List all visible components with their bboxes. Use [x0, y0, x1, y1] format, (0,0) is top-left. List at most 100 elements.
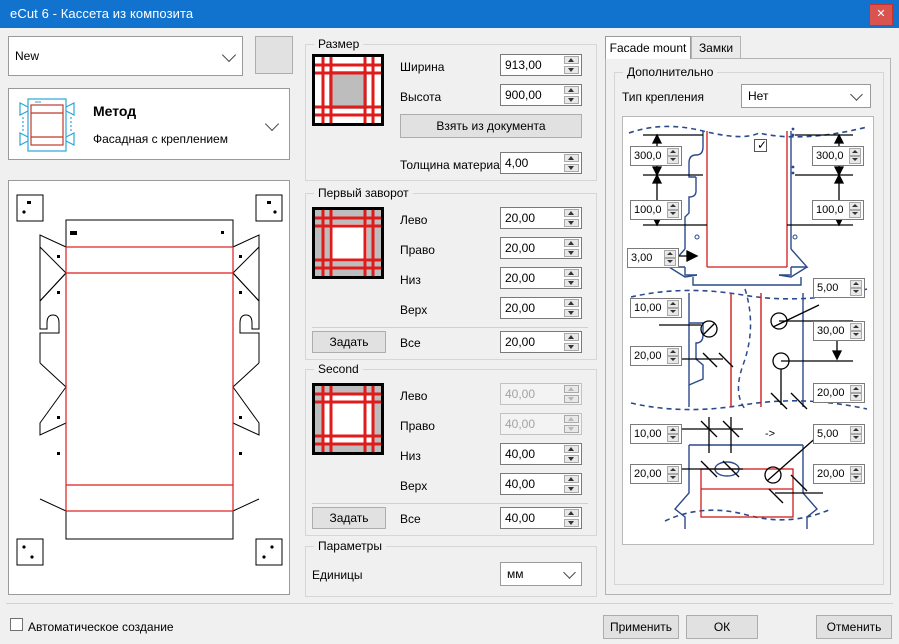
- diagram-mid-left-2-input[interactable]: 20,00: [630, 346, 682, 366]
- ok-button[interactable]: ОК: [686, 615, 758, 639]
- first-fold-left-input[interactable]: 20,00: [500, 207, 582, 229]
- second-fold-right-input: 40,00: [500, 413, 582, 435]
- first-fold-all-up[interactable]: [564, 333, 579, 341]
- diagram-low-right-2-input[interactable]: 20,00: [813, 464, 865, 484]
- diagram-low-right-2-up[interactable]: [850, 466, 862, 474]
- diagram-mid-right-2-input[interactable]: 30,00: [813, 321, 865, 341]
- first-fold-top-input[interactable]: 20,00: [500, 297, 582, 319]
- second-fold-all-up[interactable]: [564, 509, 579, 517]
- diagram-mid-right-3-down[interactable]: [850, 393, 862, 401]
- diagram-low-left-1-down[interactable]: [667, 434, 679, 442]
- diagram-mid-left-2-up[interactable]: [667, 348, 679, 356]
- diagram-low-right-1-value: 5,00: [817, 428, 838, 440]
- second-fold-all-input[interactable]: 40,00: [500, 507, 582, 529]
- diagram-mid-right-1-down[interactable]: [850, 288, 862, 296]
- thickness-input[interactable]: 4,00: [500, 152, 582, 174]
- diagram-top-left-2-down[interactable]: [667, 210, 679, 218]
- height-spinner-down[interactable]: [564, 96, 579, 104]
- diagram-mid-left-1-down[interactable]: [667, 308, 679, 316]
- diagram-top-right-1-down[interactable]: [849, 156, 861, 164]
- diagram-mid-right-2-down[interactable]: [850, 331, 862, 339]
- diagram-top-right-2-input[interactable]: 100,0: [812, 200, 864, 220]
- units-combo[interactable]: мм: [500, 562, 582, 586]
- diagram-checkbox[interactable]: ✓: [754, 139, 767, 152]
- first-fold-right-input[interactable]: 20,00: [500, 237, 582, 259]
- tab-facade-mount[interactable]: Facade mount: [605, 36, 691, 59]
- first-fold-all-down[interactable]: [564, 343, 579, 351]
- diagram-thickness-up[interactable]: [664, 250, 676, 258]
- first-fold-bottom-up[interactable]: [564, 269, 579, 277]
- height-label: Высота: [400, 90, 441, 104]
- size-group-title: Размер: [314, 37, 363, 51]
- tab-zamki[interactable]: Замки: [691, 36, 741, 58]
- thickness-spinner-up[interactable]: [564, 154, 579, 162]
- diagram-top-right-2-down[interactable]: [849, 210, 861, 218]
- diagram-mid-right-3-up[interactable]: [850, 385, 862, 393]
- first-fold-set-button[interactable]: Задать: [312, 331, 386, 353]
- close-button[interactable]: ✕: [869, 4, 893, 26]
- diagram-low-left-1-up[interactable]: [667, 426, 679, 434]
- first-fold-bottom-input[interactable]: 20,00: [500, 267, 582, 289]
- cancel-button[interactable]: Отменить: [816, 615, 892, 639]
- diagram-mid-left-1-input[interactable]: 10,00: [630, 298, 682, 318]
- first-fold-top-down[interactable]: [564, 309, 579, 317]
- diagram-low-left-2-up[interactable]: [667, 466, 679, 474]
- mount-type-combo[interactable]: Нет: [741, 84, 871, 108]
- second-fold-top-input[interactable]: 40,00: [500, 473, 582, 495]
- thickness-spinner-down[interactable]: [564, 164, 579, 172]
- diagram-mid-right-1-input[interactable]: 5,00: [813, 278, 865, 298]
- diagram-top-right-1-up[interactable]: [849, 148, 861, 156]
- second-fold-all-down[interactable]: [564, 519, 579, 527]
- diagram-mid-right-3-value: 20,00: [817, 387, 845, 399]
- width-spinner-down[interactable]: [564, 66, 579, 74]
- diagram-thickness-down[interactable]: [664, 258, 676, 266]
- diagram-mid-left-2-down[interactable]: [667, 356, 679, 364]
- height-spinner-up[interactable]: [564, 86, 579, 94]
- diagram-mid-right-1-up[interactable]: [850, 280, 862, 288]
- first-fold-right-down[interactable]: [564, 249, 579, 257]
- apply-button[interactable]: Применить: [603, 615, 679, 639]
- diagram-mid-left-1-up[interactable]: [667, 300, 679, 308]
- first-fold-bottom-down[interactable]: [564, 279, 579, 287]
- layout-preview[interactable]: [8, 180, 290, 595]
- diagram-top-left-1-down[interactable]: [667, 156, 679, 164]
- height-input[interactable]: 900,00: [500, 84, 582, 106]
- diagram-thickness-input[interactable]: 3,00: [627, 248, 679, 268]
- method-selector[interactable]: Метод Фасадная с креплением: [8, 88, 290, 160]
- diagram-top-left-1-up[interactable]: [667, 148, 679, 156]
- take-from-document-button[interactable]: Взять из документа: [400, 114, 582, 138]
- width-input[interactable]: 913,00: [500, 54, 582, 76]
- first-fold-left-up[interactable]: [564, 209, 579, 217]
- auto-create-checkbox[interactable]: [10, 618, 23, 631]
- diagram-low-right-1-input[interactable]: 5,00: [813, 424, 865, 444]
- second-fold-bottom-down[interactable]: [564, 455, 579, 463]
- diagram-low-right-1-up[interactable]: [850, 426, 862, 434]
- diagram-top-right-2-up[interactable]: [849, 202, 861, 210]
- width-spinner-up[interactable]: [564, 56, 579, 64]
- diagram-mid-left-1-value: 10,00: [634, 302, 662, 314]
- second-fold-bottom-up[interactable]: [564, 445, 579, 453]
- diagram-top-left-2-input[interactable]: 100,0: [630, 200, 682, 220]
- second-fold-set-button[interactable]: Задать: [312, 507, 386, 529]
- second-fold-top-up[interactable]: [564, 475, 579, 483]
- first-fold-top-up[interactable]: [564, 299, 579, 307]
- preset-color-swatch[interactable]: [255, 36, 293, 74]
- first-fold-left-down[interactable]: [564, 219, 579, 227]
- diagram-mid-right-2-up[interactable]: [850, 323, 862, 331]
- first-fold-all-input[interactable]: 20,00: [500, 331, 582, 353]
- diagram-top-left-2-up[interactable]: [667, 202, 679, 210]
- diagram-low-right-1-down[interactable]: [850, 434, 862, 442]
- diagram-low-right-2-down[interactable]: [850, 474, 862, 482]
- diagram-mid-right-3-input[interactable]: 20,00: [813, 383, 865, 403]
- diagram-top-right-1-input[interactable]: 300,0: [812, 146, 864, 166]
- diagram-low-left-2-down[interactable]: [667, 474, 679, 482]
- diagram-low-left-2-input[interactable]: 20,00: [630, 464, 682, 484]
- second-fold-bottom-input[interactable]: 40,00: [500, 443, 582, 465]
- second-fold-title: Second: [314, 362, 363, 376]
- second-fold-top-down[interactable]: [564, 485, 579, 493]
- diagram-low-left-1-input[interactable]: 10,00: [630, 424, 682, 444]
- preset-combo[interactable]: New: [8, 36, 243, 76]
- first-fold-right-up[interactable]: [564, 239, 579, 247]
- diagram-top-left-1-input[interactable]: 300,0: [630, 146, 682, 166]
- diagram-top-left-1-value: 300,0: [634, 150, 662, 162]
